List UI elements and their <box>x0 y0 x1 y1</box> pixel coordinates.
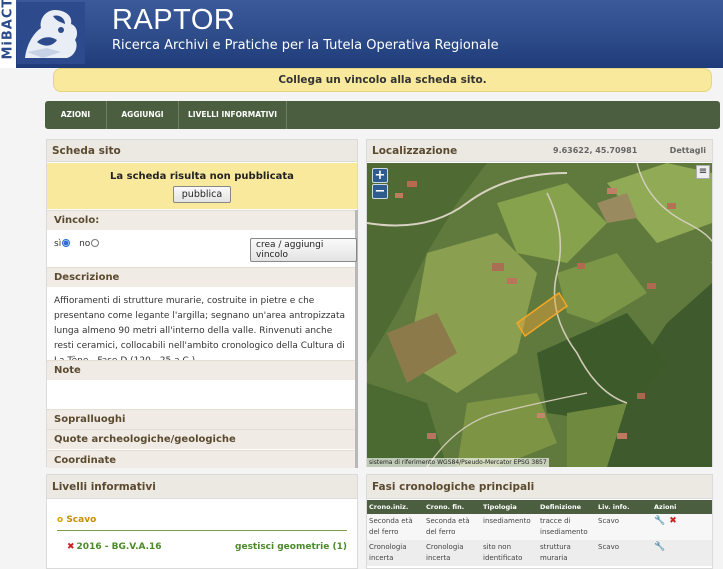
cell-crono-iniz: Cronologia incerta <box>367 540 424 566</box>
link-vincolo-notice[interactable]: Collega un vincolo alla scheda sito. <box>53 68 712 92</box>
cell-crono-iniz: Seconda età del ferro <box>367 514 424 540</box>
satellite-map[interactable]: + − ≡ sistema di riferimento WGS84/Pseud… <box>367 163 712 467</box>
radio-no-label: no <box>79 239 91 249</box>
col-definizione: Definizione <box>538 500 596 514</box>
livelli-group-scavo[interactable]: o Scavo <box>57 515 96 525</box>
zoom-out-button[interactable]: − <box>372 184 388 199</box>
fasi-cronologiche-panel: Fasi cronologiche principali Crono.iniz.… <box>366 474 713 569</box>
radio-si-label: sì <box>54 239 62 249</box>
main-toolbar: AZIONI AGGIUNGI LIVELLI INFORMATIVI <box>45 101 720 129</box>
zoom-in-button[interactable]: + <box>372 168 388 183</box>
unpublished-banner: La scheda risulta non pubblicata pubblic… <box>47 163 357 209</box>
wrench-icon[interactable]: 🔧 <box>654 542 665 552</box>
cell-crono-fin: Cronologia incerta <box>424 540 481 566</box>
cell-liv-info: Scavo <box>596 540 652 566</box>
vincolo-section-header: Vincolo: <box>47 210 355 230</box>
cell-definizione: struttura muraria <box>538 540 596 566</box>
radio-no[interactable] <box>91 239 100 247</box>
toolbar-azioni[interactable]: AZIONI <box>45 101 107 129</box>
coordinate-section-header[interactable]: Coordinate <box>47 450 355 468</box>
wrench-icon[interactable]: 🔧 <box>654 516 665 526</box>
table-header-row: Crono.iniz. Crono. fin. Tipologia Defini… <box>367 500 712 514</box>
ministry-logo-strip: MiBACT <box>0 0 16 68</box>
circle-bullet-icon: o <box>57 515 67 525</box>
descrizione-section-header: Descrizione <box>47 267 355 287</box>
scheda-sito-title: Scheda sito <box>47 140 357 162</box>
table-row: Seconda età del ferro Seconda età del fe… <box>367 514 712 540</box>
col-crono-iniz: Crono.iniz. <box>367 500 424 514</box>
radio-si[interactable] <box>62 239 71 247</box>
cell-liv-info: Scavo <box>596 514 652 540</box>
ministry-logo-text: MiBACT <box>0 0 16 60</box>
app-title: RAPTOR <box>112 4 236 36</box>
close-icon[interactable]: ✖ <box>669 516 677 526</box>
livelli-divider <box>57 530 347 531</box>
livelli-item-label[interactable]: 2016 - BG.V.A.16 <box>77 542 162 552</box>
cell-tipologia: sito non identificato <box>481 540 538 566</box>
coordinates-readout: 9.63622, 45.70981 <box>553 146 638 155</box>
publish-button[interactable]: pubblica <box>172 186 232 203</box>
sopralluoghi-section-header[interactable]: Sopralluoghi <box>47 409 355 429</box>
manage-geometries-link[interactable]: gestisci geometrie (1) <box>235 542 347 552</box>
fasi-table: Crono.iniz. Crono. fin. Tipologia Defini… <box>367 500 712 566</box>
quote-section-header[interactable]: Quote archeologiche/geologiche <box>47 429 355 449</box>
livelli-informativi-panel: Livelli informativi o Scavo ✖ 2016 - BG.V… <box>46 474 358 569</box>
localizzazione-header: Localizzazione 9.63622, 45.70981 Dettagl… <box>367 140 712 162</box>
scheda-sito-panel: Scheda sito La scheda risulta non pubbli… <box>46 139 358 468</box>
col-crono-fin: Crono. fin. <box>424 500 481 514</box>
create-vincolo-button[interactable]: crea / aggiungi vincolo <box>250 238 357 262</box>
toolbar-livelli-informativi[interactable]: LIVELLI INFORMATIVI <box>179 101 287 129</box>
vincolo-radio-group: sì no <box>54 239 103 249</box>
table-row: Cronologia incerta Cronologia incerta si… <box>367 540 712 566</box>
col-tipologia: Tipologia <box>481 500 538 514</box>
col-azioni: Azioni <box>652 500 712 514</box>
details-link[interactable]: Dettagli <box>670 140 706 162</box>
unpublished-text: La scheda risulta non pubblicata <box>110 171 294 182</box>
app-header: MiBACT RAPTOR Ricerca Archivi e Pratiche… <box>0 0 723 68</box>
cell-azioni: 🔧 ✖ <box>652 514 712 540</box>
app-subtitle: Ricerca Archivi e Pratiche per la Tutela… <box>112 38 499 53</box>
livelli-item: ✖ 2016 - BG.V.A.16 gestisci geometrie (1) <box>67 542 347 552</box>
toolbar-aggiungi[interactable]: AGGIUNGI <box>107 101 179 129</box>
col-liv-info: Liv. info. <box>596 500 652 514</box>
livelli-group-label: Scavo <box>66 515 97 525</box>
map-attribution: sistema di riferimento WGS84/Pseudo-Merc… <box>367 458 549 467</box>
cell-azioni: 🔧 <box>652 540 712 566</box>
livelli-title: Livelli informativi <box>47 475 357 499</box>
descrizione-text: Affioramenti di strutture murarie, costr… <box>54 296 345 366</box>
cell-crono-fin: Seconda età del ferro <box>424 514 481 540</box>
localizzazione-panel: Localizzazione 9.63622, 45.70981 Dettagl… <box>366 139 713 467</box>
cell-definizione: tracce di insediamento <box>538 514 596 540</box>
cell-tipologia: insediamento <box>481 514 538 540</box>
map-imagery <box>367 163 712 467</box>
fasi-title: Fasi cronologiche principali <box>367 475 712 499</box>
map-menu-icon[interactable]: ≡ <box>696 165 710 179</box>
close-icon[interactable]: ✖ <box>67 542 75 552</box>
localizzazione-title: Localizzazione <box>372 145 458 157</box>
note-section-header: Note <box>47 360 355 380</box>
raptor-logo-icon <box>17 2 85 64</box>
